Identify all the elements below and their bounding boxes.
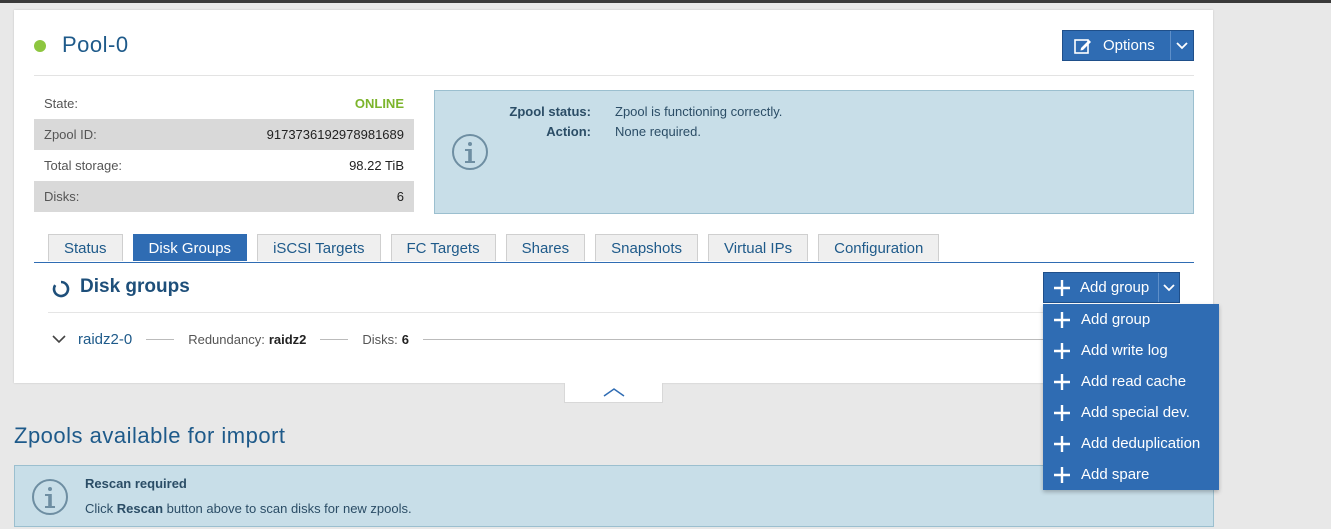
menu-item-add-spare[interactable]: Add spare	[1043, 459, 1219, 490]
disk-group-row: raidz2-0 Redundancy: raidz2 Disks: 6	[48, 327, 1194, 351]
plus-icon	[1043, 404, 1081, 422]
menu-item-label: Add deduplication	[1081, 435, 1201, 452]
pool-card: Pool-0 Options State: ONLINE Zpool ID: 9…	[14, 10, 1213, 383]
menu-item-add-deduplication[interactable]: Add deduplication	[1043, 428, 1219, 459]
tab-virtual-ips[interactable]: Virtual IPs	[708, 234, 809, 261]
tab-shares[interactable]: Shares	[505, 234, 586, 261]
property-label: Total storage:	[44, 158, 123, 173]
divider	[146, 338, 175, 340]
action-label: Action:	[546, 123, 591, 139]
rescan-text-prefix: Click	[85, 501, 117, 516]
tab-underline	[34, 262, 1194, 263]
property-row-disks: Disks: 6	[34, 181, 414, 212]
property-value: 6	[396, 189, 404, 204]
edit-icon	[1063, 38, 1103, 54]
rescan-text-suffix: button above to scan disks for new zpool…	[163, 501, 412, 516]
pool-title: Pool-0	[62, 32, 129, 57]
tab-configuration[interactable]: Configuration	[818, 234, 940, 261]
property-row-zpool-id: Zpool ID: 9173736192978981689	[34, 119, 414, 150]
collapse-toggle[interactable]	[564, 383, 663, 403]
property-row-total-storage: Total storage: 98.22 TiB	[34, 150, 414, 181]
menu-item-add-write-log[interactable]: Add write log	[1043, 335, 1219, 366]
plus-icon	[1043, 311, 1081, 329]
plus-icon	[1043, 435, 1081, 453]
rescan-text: Click Rescan button above to scan disks …	[85, 501, 412, 516]
tab-iscsi-targets[interactable]: iSCSI Targets	[257, 234, 381, 261]
pool-tabs: Status Disk Groups iSCSI Targets FC Targ…	[48, 234, 949, 262]
top-bar	[0, 0, 1331, 3]
zpool-status-label: Zpool status:	[509, 103, 591, 119]
property-value: 98.22 TiB	[349, 158, 404, 173]
refresh-icon[interactable]	[52, 280, 70, 303]
menu-item-label: Add special dev.	[1081, 404, 1190, 421]
redundancy-label: Redundancy:	[188, 331, 265, 347]
plus-icon	[1043, 373, 1081, 391]
zpool-status-box: Zpool status: Zpool is functioning corre…	[434, 90, 1194, 214]
zpool-status-value: Zpool is functioning correctly.	[615, 103, 783, 119]
tab-disk-groups[interactable]: Disk Groups	[132, 234, 248, 261]
action-value: None required.	[615, 123, 701, 139]
property-value: ONLINE	[354, 96, 404, 111]
chevron-down-icon[interactable]	[48, 334, 70, 344]
info-icon	[31, 478, 69, 521]
property-value: 9173736192978981689	[266, 127, 404, 142]
menu-item-label: Add spare	[1081, 466, 1150, 483]
menu-item-add-group[interactable]: Add group	[1043, 304, 1219, 335]
menu-item-add-special-dev[interactable]: Add special dev.	[1043, 397, 1219, 428]
disk-groups-title: Disk groups	[80, 276, 190, 297]
options-label: Options	[1103, 37, 1155, 54]
property-label: Zpool ID:	[44, 127, 97, 142]
divider	[34, 75, 1194, 76]
info-icon	[451, 133, 489, 176]
add-group-button[interactable]: Add group	[1043, 272, 1180, 303]
pool-properties: State: ONLINE Zpool ID: 9173736192978981…	[34, 88, 414, 212]
property-label: Disks:	[44, 189, 80, 204]
plus-icon	[1043, 466, 1081, 484]
add-group-label: Add group	[1080, 279, 1150, 296]
property-row-state: State: ONLINE	[34, 88, 414, 119]
menu-item-add-read-cache[interactable]: Add read cache	[1043, 366, 1219, 397]
chevron-down-icon[interactable]	[1158, 273, 1179, 302]
chevron-down-icon[interactable]	[1170, 31, 1193, 60]
tab-status[interactable]: Status	[48, 234, 123, 261]
divider	[48, 312, 1194, 313]
import-section-title: Zpools available for import	[14, 423, 286, 448]
rescan-title: Rescan required	[85, 476, 187, 491]
menu-item-label: Add group	[1081, 311, 1151, 328]
disks-label: Disks:	[362, 331, 398, 347]
rescan-keyword: Rescan	[116, 501, 164, 516]
divider	[320, 338, 349, 340]
disk-group-name[interactable]: raidz2-0	[78, 331, 132, 348]
pool-status-dot	[34, 40, 46, 52]
menu-item-label: Add read cache	[1081, 373, 1187, 390]
options-button[interactable]: Options	[1062, 30, 1194, 61]
plus-icon	[1043, 342, 1081, 360]
menu-item-label: Add write log	[1081, 342, 1168, 359]
property-label: State:	[44, 96, 78, 111]
tab-snapshots[interactable]: Snapshots	[595, 234, 699, 261]
chevron-up-icon	[603, 384, 625, 402]
plus-icon	[1044, 279, 1080, 297]
tab-fc-targets[interactable]: FC Targets	[390, 234, 496, 261]
redundancy-value: raidz2	[268, 331, 307, 347]
add-group-dropdown: Add group Add write log Add read cache A…	[1043, 304, 1219, 490]
disks-value: 6	[401, 331, 410, 347]
rescan-info-box: Rescan required Click Rescan button abov…	[14, 465, 1214, 527]
